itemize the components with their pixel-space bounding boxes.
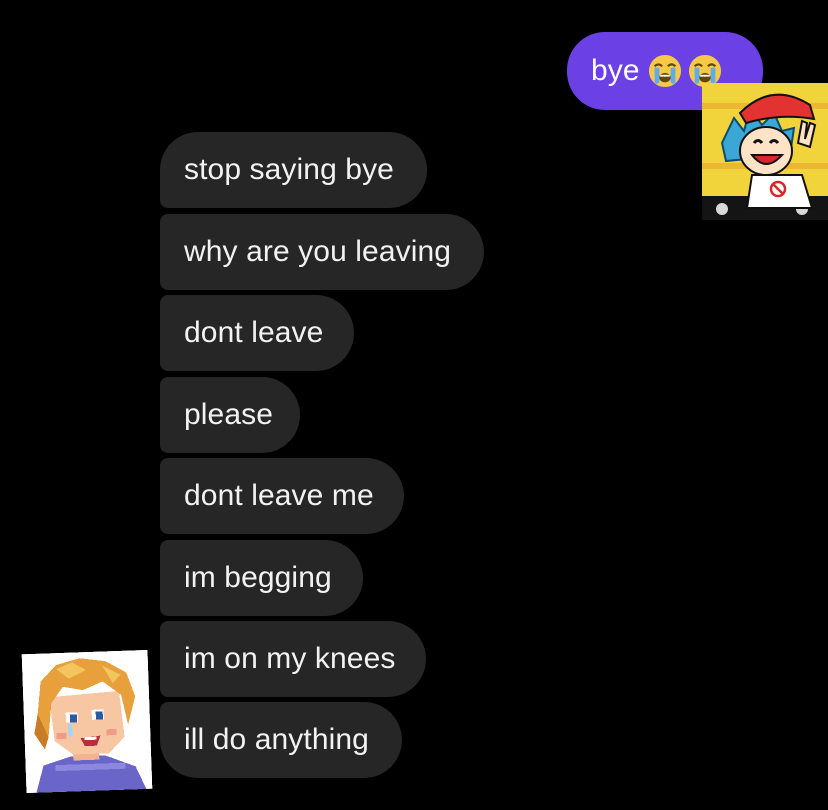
message-text: bye	[591, 54, 640, 87]
received-message-bubble[interactable]: ill do anything	[160, 702, 402, 778]
message-text: stop saying bye	[184, 153, 394, 186]
received-message-bubble[interactable]: im begging	[160, 540, 363, 616]
message-text: dont leave me	[184, 479, 374, 512]
message-text: ill do anything	[184, 723, 369, 756]
loudly-crying-face-icon	[648, 54, 681, 88]
receiver-avatar[interactable]	[21, 649, 153, 794]
received-message-bubble[interactable]: dont leave me	[160, 458, 404, 534]
received-message-bubble[interactable]: im on my knees	[160, 621, 426, 697]
message-text: why are you leaving	[184, 235, 452, 268]
received-message-bubble[interactable]: why are you leaving	[160, 214, 484, 290]
message-text: im on my knees	[184, 642, 396, 675]
message-text: please	[184, 398, 274, 431]
received-message-bubble[interactable]: dont leave	[160, 295, 354, 371]
cartoon-boy-red-cap-avatar-icon	[702, 83, 828, 220]
message-thread: bye stop saying bye why are you leaving …	[0, 0, 828, 810]
message-text: dont leave	[184, 316, 324, 349]
received-message-bubble[interactable]: please	[160, 377, 300, 453]
sender-avatar[interactable]	[702, 83, 828, 220]
received-message-bubble[interactable]: stop saying bye	[160, 132, 427, 208]
pixel-art-blond-man-avatar-icon	[21, 649, 153, 794]
message-text: im begging	[184, 561, 332, 594]
